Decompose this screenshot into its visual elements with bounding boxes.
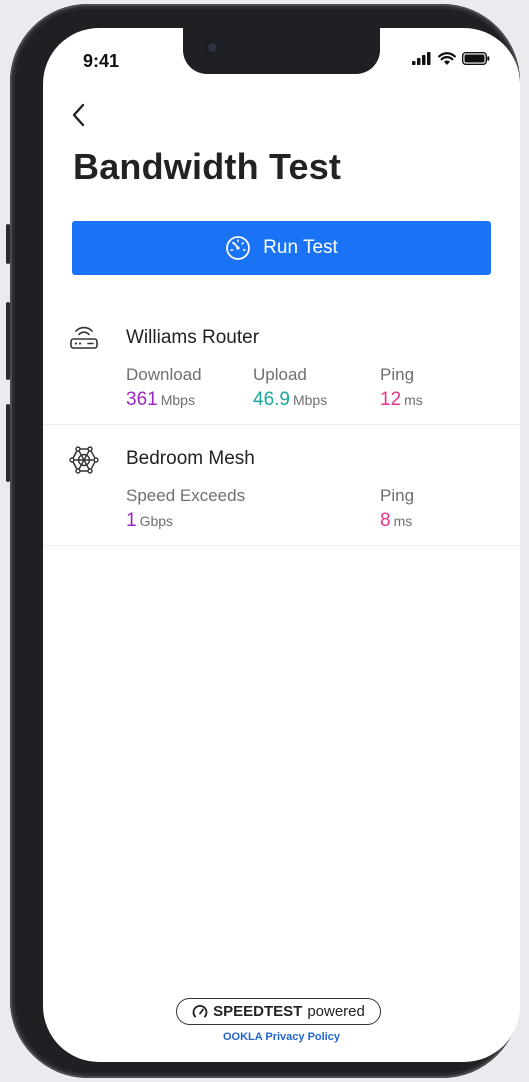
mesh-node-icon (69, 446, 99, 474)
speedtest-brand: SPEEDTEST (213, 1003, 303, 1020)
metric-value: 1 (126, 510, 137, 531)
run-test-label: Run Test (263, 237, 338, 258)
camera (208, 43, 217, 52)
speedtest-badge: SPEEDTEST powered (176, 998, 381, 1025)
metric-unit: Gbps (139, 513, 174, 529)
metric-value: 12 (380, 389, 402, 410)
speedtest-gauge-icon (192, 1004, 208, 1017)
privacy-policy-link[interactable]: OOKLA Privacy Policy (43, 1031, 520, 1043)
mute-switch (6, 224, 10, 264)
metric-upload: Upload 46.9 Mbps (253, 365, 327, 411)
metric-label: Speed Exceeds (126, 486, 246, 505)
metric-label: Ping (380, 365, 415, 384)
device-row-bedroom-mesh[interactable]: Bedroom Mesh Speed Exceeds 1 Gbps Ping 8m… (43, 425, 520, 546)
run-test-button[interactable]: Run Test (72, 221, 491, 275)
battery-icon (462, 52, 490, 65)
volume-down-button (6, 404, 10, 482)
cellular-signal-icon (412, 52, 431, 65)
device-name: Williams Router (126, 327, 260, 348)
notch (183, 28, 380, 74)
app-screen: 9:41 Bandwidth Test Run Test Williams Ro… (43, 28, 520, 1062)
page-title: Bandwidth Test (73, 146, 342, 187)
status-icons (412, 52, 490, 65)
metric-label: Download (126, 365, 202, 384)
router-icon (70, 326, 98, 349)
metric-unit: Mbps (292, 392, 328, 408)
metric-download: Download 361 Mbps (126, 365, 202, 411)
phone-frame: 9:41 Bandwidth Test Run Test Williams Ro… (6, 4, 520, 1078)
metric-unit: ms (404, 392, 423, 408)
speedometer-icon (226, 236, 251, 260)
metric-unit: ms (393, 513, 413, 529)
chevron-left-icon (72, 103, 85, 127)
metric-label: Upload (253, 365, 307, 384)
metric-value: 46.9 (253, 389, 290, 410)
metric-value: 8 (380, 510, 391, 531)
back-button[interactable] (71, 100, 99, 130)
status-time: 9:41 (83, 51, 120, 71)
wifi-icon (438, 52, 456, 65)
speedtest-powered: powered (307, 1003, 365, 1020)
metric-ping: Ping 12 ms (380, 365, 423, 411)
metric-value: 361 (126, 389, 158, 410)
device-name: Bedroom Mesh (126, 448, 255, 469)
device-row-williams-router[interactable]: Williams Router Download 361 Mbps Upload … (43, 304, 520, 425)
metric-label: Ping (380, 486, 415, 505)
metric-unit: Mbps (160, 392, 195, 408)
metric-ping: Ping 8 ms (380, 486, 414, 532)
volume-up-button (6, 302, 10, 380)
metric-speed-exceeds: Speed Exceeds 1 Gbps (126, 486, 245, 532)
